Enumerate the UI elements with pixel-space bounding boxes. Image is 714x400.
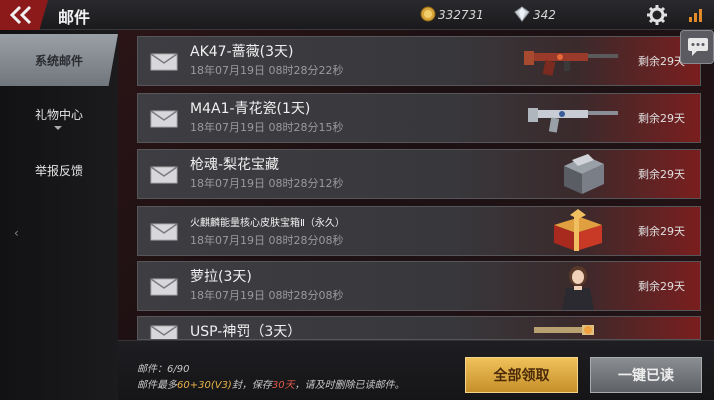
envelope-icon <box>150 223 178 241</box>
mail-date: 18年07月19日 08时28分22秒 <box>190 64 344 77</box>
sidebar-item-label: 系统邮件 <box>34 53 83 68</box>
back-chevron-icon <box>9 6 32 24</box>
chevron-left-icon[interactable]: ‹ <box>14 226 19 240</box>
mail-row[interactable]: 枪魂-梨花宝藏 18年07月19日 08时28分12秒 剩余29天 <box>137 149 701 199</box>
sidebar-item-system-mail[interactable]: 系统邮件 <box>0 34 118 86</box>
mail-remaining: 剩余29天 <box>638 280 685 293</box>
envelope-icon <box>150 325 178 339</box>
rule-suffix: ，请及时删除已读邮件。 <box>294 380 405 391</box>
gem-amount: 342 <box>533 8 556 22</box>
signal-bars-icon <box>689 9 702 22</box>
sidebar-item-label: 举报反馈 <box>34 163 83 178</box>
mail-title: 萝拉(3天) <box>190 269 252 285</box>
rule-mid: 封，保存 <box>231 380 272 391</box>
envelope-icon <box>150 110 178 128</box>
back-button[interactable] <box>0 0 48 30</box>
mail-title: USP-神罚（3天） <box>190 324 302 340</box>
sidebar-item-report-feedback[interactable]: 举报反馈 <box>0 144 118 196</box>
treasure-box-icon <box>564 154 604 194</box>
mail-rule-text: 邮件最多60+30(V3)封，保存30天，请及时删除已读邮件。 <box>137 376 405 391</box>
mail-remaining: 剩余29天 <box>638 225 685 238</box>
mail-title: AK47-蔷薇(3天) <box>190 44 294 60</box>
mail-row[interactable]: AK47-蔷薇(3天) 18年07月19日 08时28分22秒 剩余29天 <box>137 36 701 86</box>
gold-coin-icon <box>420 6 436 22</box>
mark-all-read-button[interactable]: 一键已读 <box>590 357 702 393</box>
gold-amount: 332731 <box>438 8 484 22</box>
mail-date: 18年07月19日 08时28分12秒 <box>190 177 344 190</box>
rifle-icon <box>524 51 618 76</box>
mail-title: 枪魂-梨花宝藏 <box>190 157 280 173</box>
envelope-icon <box>150 166 178 184</box>
collect-all-label: 全部领取 <box>493 368 550 384</box>
rule-max: 60+30(V3) <box>177 380 232 391</box>
rule-days: 30天 <box>271 380 295 391</box>
mail-date: 18年07月19日 08时28分08秒 <box>190 289 344 302</box>
mark-all-read-label: 一键已读 <box>618 368 674 384</box>
character-icon <box>562 266 594 310</box>
mail-row[interactable]: M4A1-青花瓷(1天) 18年07月19日 08时28分15秒 剩余29天 <box>137 93 701 143</box>
mail-date: 18年07月19日 08时28分08秒 <box>190 234 344 247</box>
envelope-icon <box>150 53 178 71</box>
collect-all-button[interactable]: 全部领取 <box>465 357 578 393</box>
mail-count: 邮件：6/90 <box>137 360 189 375</box>
sidebar-item-label: 礼物中心 <box>34 107 83 122</box>
rule-prefix: 邮件最多 <box>137 380 177 391</box>
gear-icon[interactable] <box>647 5 667 25</box>
mail-title: M4A1-青花瓷(1天) <box>190 101 311 117</box>
sidebar: 系统邮件 礼物中心 举报反馈 ‹ <box>0 30 118 400</box>
sidebar-item-gift-center[interactable]: 礼物中心 <box>0 88 118 140</box>
chevron-down-icon <box>54 126 62 130</box>
top-bar: 邮件 332731 342 <box>0 0 714 30</box>
mail-title: 火麒麟能量核心皮肤宝箱Ⅱ（永久） <box>190 218 345 229</box>
mail-row[interactable]: 萝拉(3天) 18年07月19日 08时28分08秒 剩余29天 <box>137 261 701 311</box>
mail-count-label: 邮件： <box>137 364 167 375</box>
mail-remaining: 剩余29天 <box>638 168 685 181</box>
mail-row[interactable]: USP-神罚（3天） <box>137 316 701 340</box>
gem-icon <box>514 6 530 22</box>
pistol-icon <box>534 325 594 335</box>
gift-chest-icon <box>554 209 602 251</box>
mail-date: 18年07月19日 08时28分15秒 <box>190 121 344 134</box>
chat-button[interactable] <box>680 30 714 64</box>
envelope-icon <box>150 278 178 296</box>
mail-count-value: 6/90 <box>167 364 190 375</box>
mail-remaining: 剩余29天 <box>638 112 685 125</box>
mail-remaining: 剩余29天 <box>638 55 685 68</box>
chat-bubble-icon <box>688 38 708 56</box>
mail-row[interactable]: 火麒麟能量核心皮肤宝箱Ⅱ（永久） 18年07月19日 08时28分08秒 剩余2… <box>137 206 701 256</box>
page-title: 邮件 <box>58 8 91 27</box>
rifle-icon <box>528 108 618 133</box>
